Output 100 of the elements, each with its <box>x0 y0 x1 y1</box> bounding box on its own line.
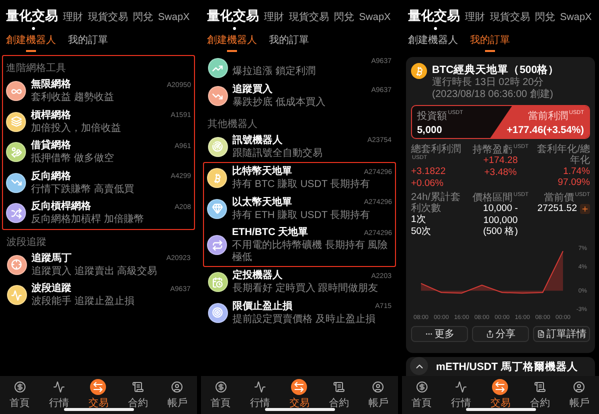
robot-title[interactable]: ETH/BTC 天地單 <box>232 227 308 239</box>
top-tab[interactable]: 閃兌 <box>535 10 555 29</box>
nav-item[interactable]: 帳戶 <box>167 379 188 410</box>
section-label: 進階網格工具 <box>2 55 195 76</box>
robot-title[interactable]: 反向網格 <box>31 170 71 182</box>
sub-tab[interactable]: 我的訂單 <box>269 33 309 52</box>
document-icon <box>536 330 544 338</box>
home-indicator <box>466 408 536 411</box>
robot-description: 追蹤買入 追蹤賣出 高級交易 <box>32 266 158 277</box>
stat-value: 50次 <box>411 226 432 237</box>
stat-value: 97.09% <box>558 177 590 189</box>
document-icon <box>132 381 144 393</box>
top-tab[interactable]: 現貨交易 <box>88 10 128 29</box>
add-button[interactable] <box>580 204 590 214</box>
coin-icon <box>416 381 428 393</box>
action-button[interactable]: 分享 <box>472 326 529 342</box>
runtime-text: 運行時長 13日 02時 20分(2023/08/18 06:36:00 創建) <box>432 77 554 100</box>
stat-value: 27251.52 <box>537 203 577 215</box>
robot-description: 行情下跌賺幣 高賣低買 <box>31 184 135 195</box>
nav-item[interactable]: 首頁 <box>210 379 231 410</box>
sub-tab[interactable]: 我的訂單 <box>68 33 108 52</box>
stat-value: 10,000 - <box>483 203 518 215</box>
sub-tab[interactable]: 我的訂單 <box>470 33 510 52</box>
robot-title[interactable]: 以太幣天地單 <box>232 196 292 208</box>
stat-label: 套利年化/總年化 <box>536 144 590 166</box>
sub-tab[interactable]: 創建機器人 <box>408 33 458 52</box>
user-icon <box>171 381 184 393</box>
top-tab[interactable]: 理財 <box>465 10 485 29</box>
robot-description: 加倍投入，加倍收益 <box>31 122 122 134</box>
home-indicator <box>64 408 134 411</box>
robot-title[interactable]: 借貸網格 <box>31 140 71 152</box>
coin-icon <box>214 381 227 393</box>
top-tab[interactable]: SwapX <box>560 12 592 28</box>
robot-title[interactable]: 追蹤馬丁 <box>32 252 72 264</box>
top-tab[interactable]: 現貨交易 <box>490 10 530 29</box>
top-tab[interactable]: 閃兌 <box>334 10 354 29</box>
robot-title[interactable]: 波段追蹤 <box>32 283 72 295</box>
profit-label: 當前利潤$^{USDT}$ <box>528 109 584 122</box>
robot-title[interactable]: 定投機器人 <box>232 270 282 282</box>
top-tab[interactable]: 量化交易 <box>207 7 259 30</box>
robot-title[interactable]: 限價止盈止損 <box>232 300 292 312</box>
stat-value: (500 格) <box>483 226 518 238</box>
stat-label: 價格區間$^{USDT}$ <box>472 192 528 204</box>
home-indicator <box>264 408 334 411</box>
robot-description: 抵押借幣 做多做空 <box>31 153 115 164</box>
robot-title[interactable]: 訊號機器人 <box>232 134 282 146</box>
stat-value: +0.06% <box>411 178 444 190</box>
top-tab[interactable]: SwapX <box>359 12 391 28</box>
stat-value: +3.48% <box>484 166 517 178</box>
nav-item[interactable]: 合約 <box>530 379 550 410</box>
nav-item[interactable]: 帳戶 <box>569 379 590 410</box>
nav-item[interactable]: 行情 <box>49 379 70 410</box>
nav-item[interactable]: 行情 <box>451 379 472 410</box>
stat-label: 當前價$^{USDT}$ <box>544 192 590 204</box>
bitcoin-icon <box>411 63 427 79</box>
sub-tab[interactable]: 創建機器人 <box>207 33 257 52</box>
top-tab[interactable]: SwapX <box>158 12 190 28</box>
robot-title[interactable]: 槓桿網格 <box>31 110 71 122</box>
nav-item[interactable]: 首頁 <box>10 379 30 410</box>
stat-value: 100,000 <box>483 214 518 226</box>
robot-description: 不用電的比特幣礦機 長期持有 風險極低 <box>232 240 389 263</box>
top-tab[interactable]: 現貨交易 <box>289 10 329 29</box>
stat-value: 1.74% <box>563 166 590 178</box>
robot-title[interactable]: 無限網格 <box>31 79 71 91</box>
robot-title[interactable]: 追蹤買入 <box>232 84 272 96</box>
robot-title[interactable]: 反向槓桿網格 <box>31 201 91 213</box>
swap-arrows-icon <box>293 381 306 393</box>
nav-item[interactable]: 帳戶 <box>368 379 388 410</box>
order-title: mETH/USDT 馬丁格爾機器人 <box>436 360 579 374</box>
nav-item[interactable]: 合約 <box>328 379 349 410</box>
sub-tab[interactable]: 創建機器人 <box>6 33 56 52</box>
robot-description: 持有 BTC 賺取 USDT 長期持有 <box>232 179 372 190</box>
stat-value: +3.1822 <box>411 166 446 178</box>
stat-label: 持幣盈虧$^{USDT}$ <box>472 144 528 156</box>
robot-description: 長期看好 定時買入 跟時間做朋友 <box>232 283 380 294</box>
coin-icon <box>14 381 26 393</box>
profit-value: +177.46(+3.54%) <box>506 124 584 136</box>
robot-description: 爆拉追漲 鎖定利潤 <box>232 66 316 78</box>
stat-label: 24h/累計套利次數 <box>411 192 462 214</box>
investment-value: 5,000 <box>417 124 444 136</box>
pulse-icon <box>455 381 468 393</box>
top-tab[interactable]: 理財 <box>264 10 284 29</box>
nav-item[interactable]: 首頁 <box>412 379 432 410</box>
top-tab[interactable]: 量化交易 <box>408 7 460 30</box>
top-tab[interactable]: 理財 <box>63 10 83 29</box>
top-tab[interactable]: 量化交易 <box>6 7 58 30</box>
user-icon <box>372 381 384 393</box>
action-button[interactable]: 更多 <box>411 326 468 342</box>
nav-item[interactable]: 行情 <box>250 379 270 410</box>
robot-description: 暴跌抄底 低成本買入 <box>232 97 326 108</box>
document-icon <box>534 381 546 393</box>
pulse-icon <box>53 381 66 393</box>
nav-item[interactable]: 合約 <box>128 379 148 410</box>
section-label: 其他機器人 <box>206 118 258 132</box>
robot-description: 跟隨訊號全自動交易 <box>232 148 324 159</box>
user-icon <box>573 381 586 393</box>
investment-label: 投資額$^{USDT}$ <box>417 109 464 122</box>
robot-title[interactable]: 比特幣天地單 <box>232 166 292 178</box>
action-button[interactable]: 訂單詳情 <box>533 326 590 342</box>
top-tab[interactable]: 閃兌 <box>133 10 153 29</box>
